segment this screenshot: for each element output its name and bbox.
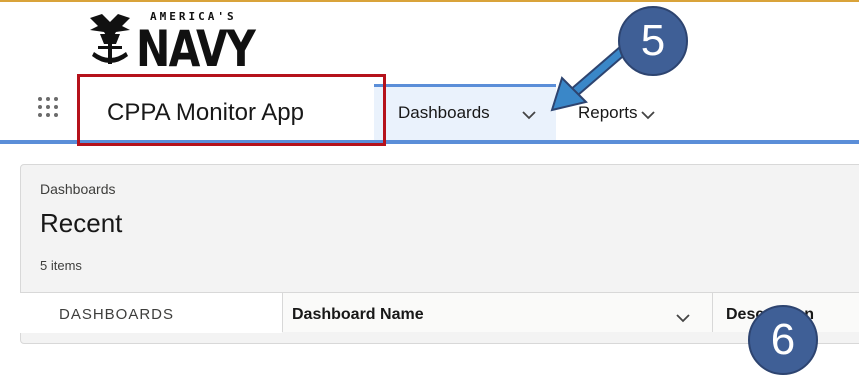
app-launcher-icon[interactable] xyxy=(38,97,58,117)
navy-logo: AMERICA'S NAVY xyxy=(86,8,276,78)
chevron-down-icon[interactable] xyxy=(641,110,655,120)
page-title: Recent xyxy=(40,208,123,238)
top-rule xyxy=(0,0,859,2)
tab-dashboards-label[interactable]: Dashboards xyxy=(398,103,490,123)
breadcrumb[interactable]: Dashboards xyxy=(40,181,116,197)
navy-emblem-icon xyxy=(90,14,130,64)
callout-badge-6: 6 xyxy=(748,305,818,375)
logo-main-text: NAVY xyxy=(136,20,256,78)
callout-badge-5: 5 xyxy=(618,6,688,76)
sidebar-header-label: DASHBOARDS xyxy=(59,306,175,323)
column-header-label[interactable]: Dashboard Name xyxy=(292,306,424,324)
chevron-down-icon[interactable] xyxy=(522,110,536,120)
chevron-down-icon[interactable] xyxy=(676,313,690,323)
app-name-highlight-box xyxy=(77,74,386,146)
item-count: 5 items xyxy=(40,258,82,273)
